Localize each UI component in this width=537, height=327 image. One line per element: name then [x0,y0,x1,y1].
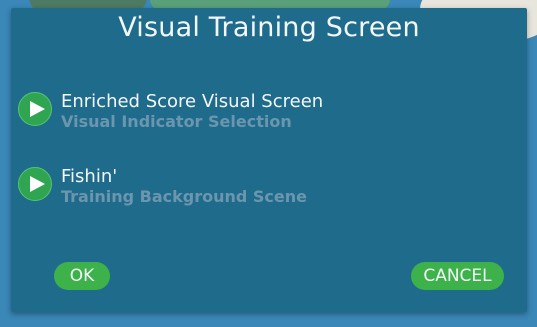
visual-training-dialog: Visual Training Screen Enriched Score Vi… [11,8,527,312]
option-fishin[interactable]: Fishin' Training Background Scene [18,165,438,211]
ok-button[interactable]: OK [54,262,110,290]
option-title: Fishin' [61,166,118,187]
option-title: Enriched Score Visual Screen [61,91,324,112]
cancel-button[interactable]: CANCEL [411,262,504,290]
dialog-title: Visual Training Screen [118,12,420,43]
option-subtitle: Training Background Scene [61,187,307,206]
option-enriched-score-visual-screen[interactable]: Enriched Score Visual Screen Visual Indi… [18,90,438,136]
option-subtitle: Visual Indicator Selection [61,112,292,131]
play-icon[interactable] [18,92,52,126]
play-icon[interactable] [18,167,52,201]
